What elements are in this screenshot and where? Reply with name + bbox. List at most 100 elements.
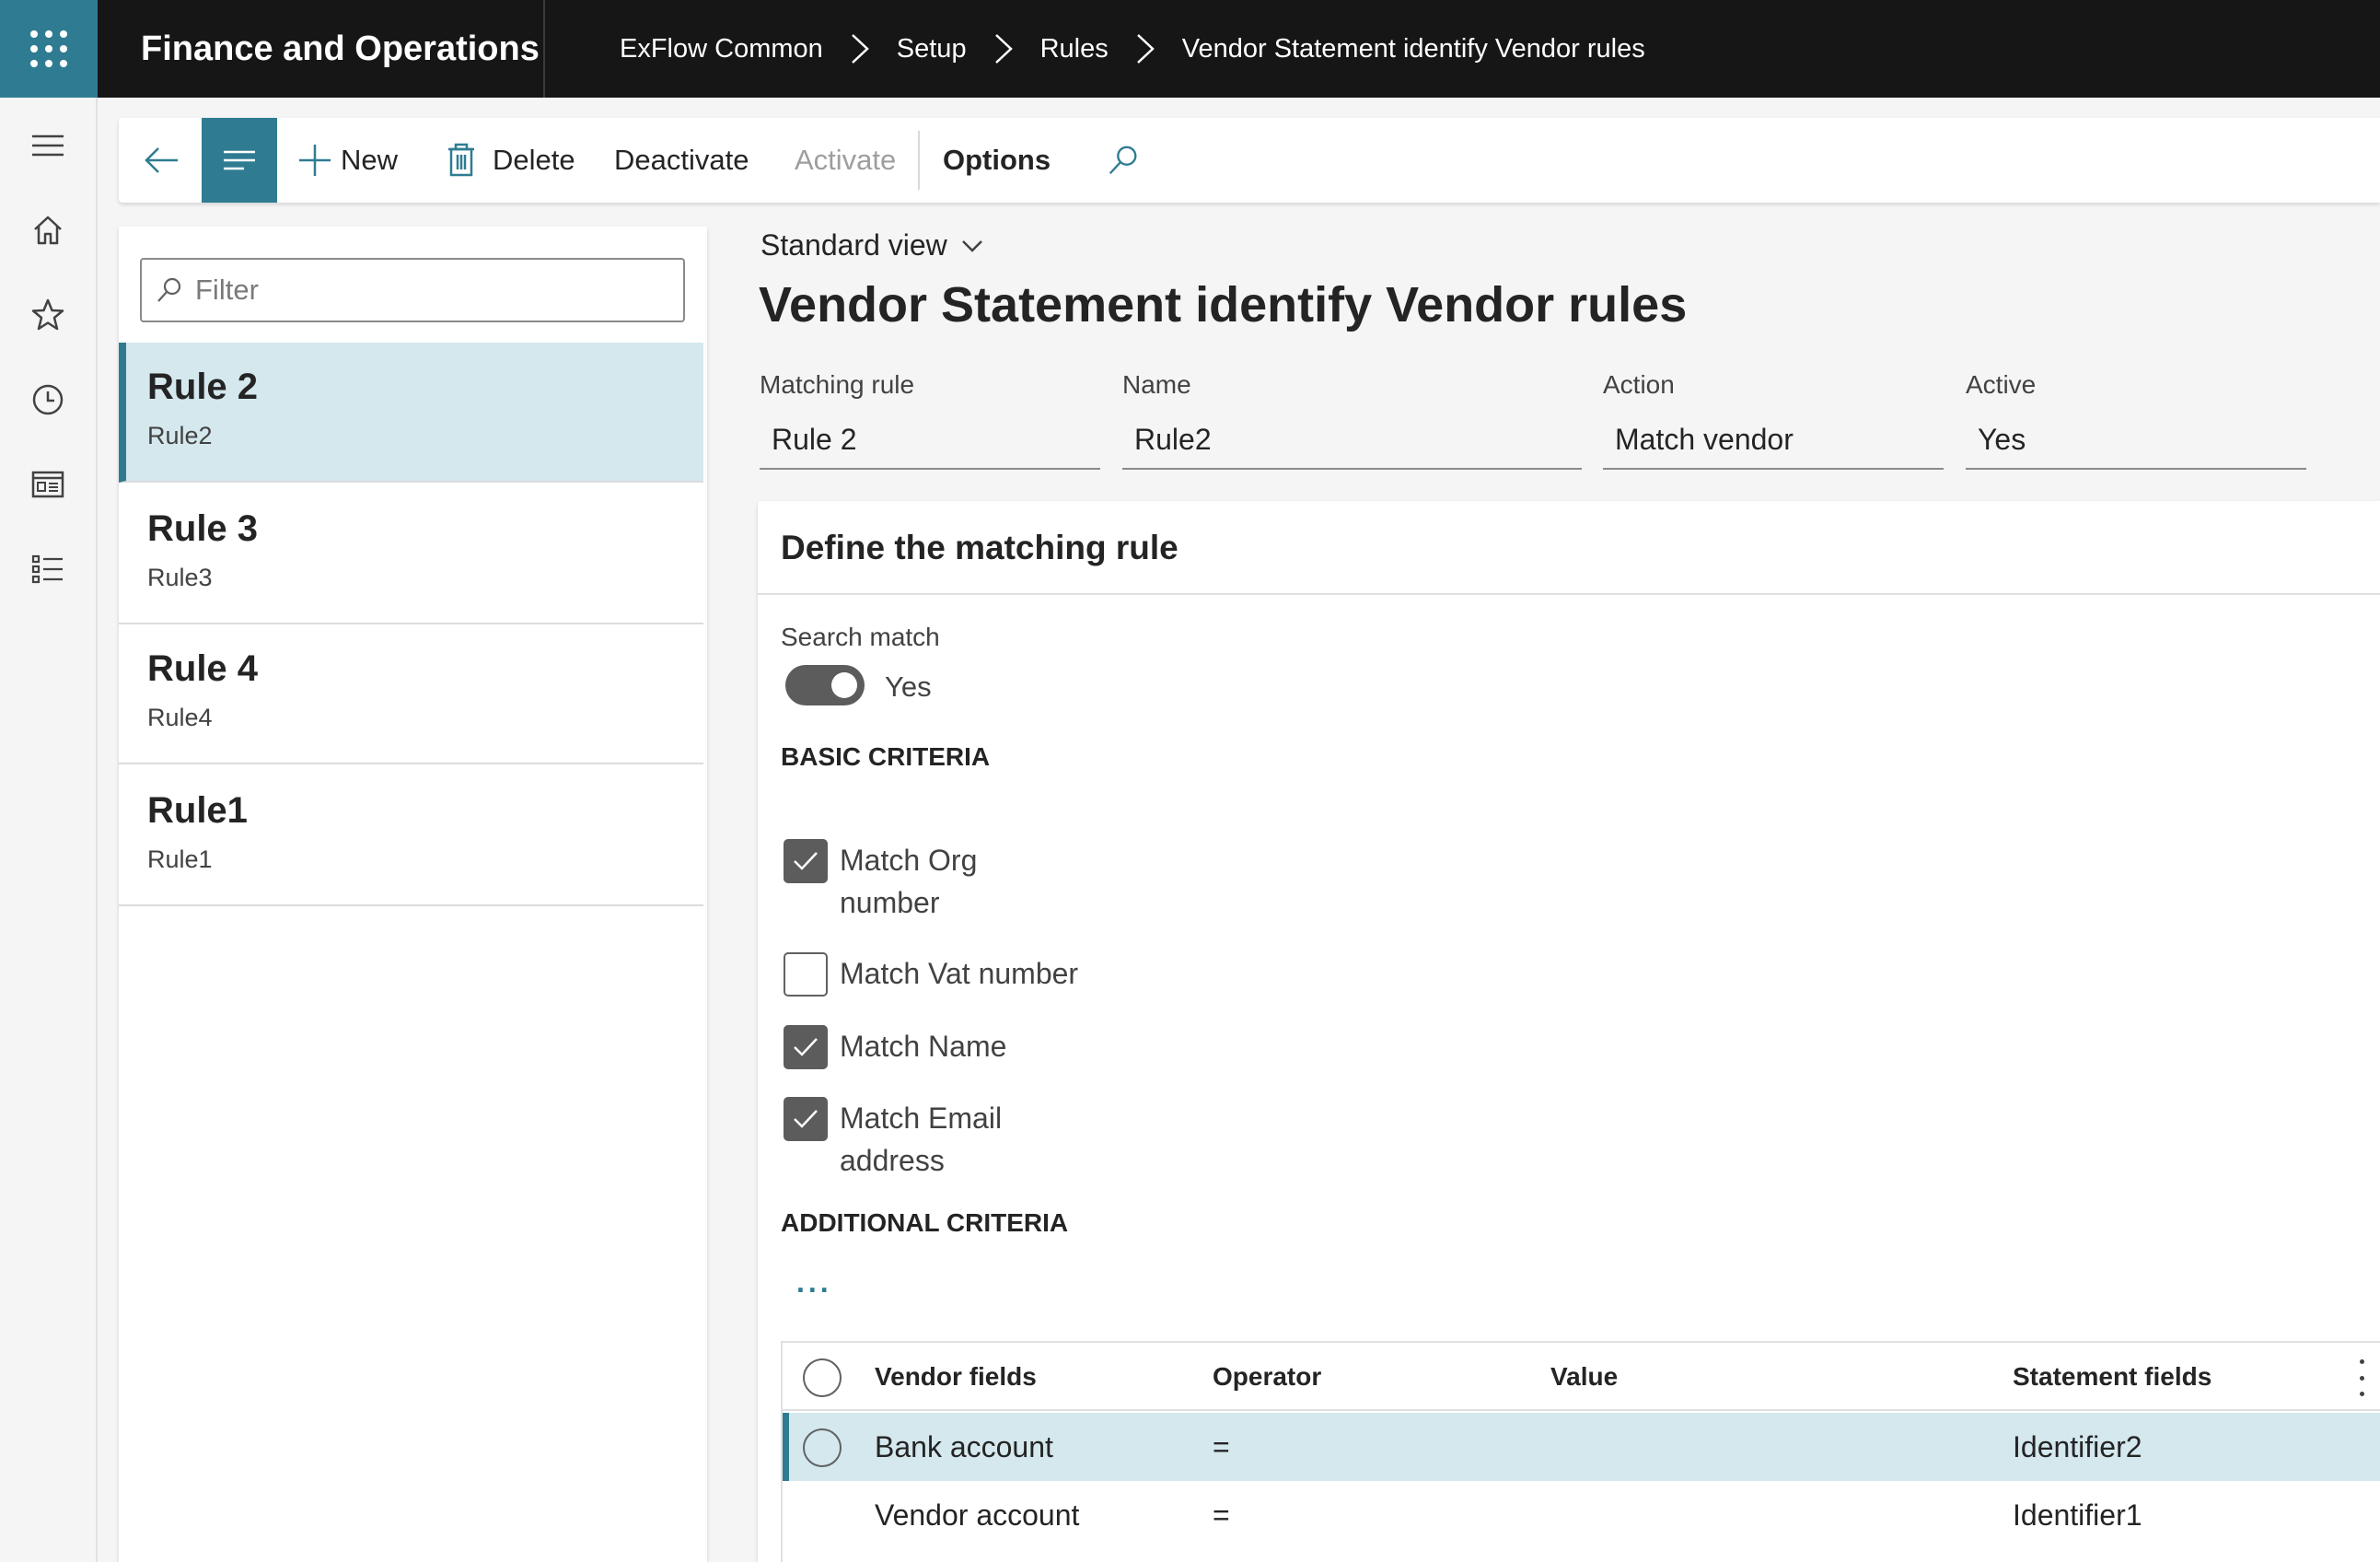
- checkmark-icon: [794, 1110, 818, 1128]
- chevron-right-icon: [823, 32, 897, 65]
- list-item-title: Rule 3: [147, 508, 259, 549]
- select-all-radio[interactable]: [803, 1358, 842, 1397]
- chevron-right-icon: [967, 32, 1040, 65]
- filter-box[interactable]: [140, 258, 685, 322]
- view-selector[interactable]: Standard view: [760, 228, 984, 262]
- column-header-operator[interactable]: Operator: [1213, 1343, 1321, 1411]
- name-label: Name: [1122, 370, 1191, 399]
- match-vat-number-label: Match Vat number: [840, 957, 1079, 990]
- column-header-value[interactable]: Value: [1550, 1343, 1618, 1411]
- list-item[interactable]: Rule 3 Rule3: [119, 484, 703, 624]
- list-item-subtitle: Rule4: [147, 704, 213, 731]
- star-icon[interactable]: [26, 293, 70, 337]
- match-name-checkbox[interactable]: [784, 1025, 828, 1069]
- search-match-label: Search match: [781, 623, 940, 651]
- search-icon: [1109, 146, 1137, 175]
- modules-list-icon[interactable]: [26, 547, 70, 591]
- list-item-subtitle: Rule1: [147, 845, 213, 873]
- match-name-label: Match Name: [840, 1030, 1007, 1063]
- navigation-rail: [0, 98, 98, 1562]
- matching-rule-label: Matching rule: [760, 370, 915, 399]
- list-item-title: Rule1: [147, 790, 248, 831]
- delete-button[interactable]: Delete: [443, 118, 575, 203]
- list-item[interactable]: Rule 2 Rule2: [119, 343, 703, 483]
- section-header[interactable]: Define the matching rule: [758, 501, 2380, 595]
- name-field[interactable]: Rule2: [1122, 411, 1582, 470]
- action-pane: New Delete Deactivate Activate Options: [119, 118, 2380, 203]
- list-item-title: Rule 4: [147, 648, 259, 689]
- action-label: Action: [1603, 370, 1675, 399]
- list-item[interactable]: Rule 4 Rule4: [119, 624, 703, 764]
- new-button-label: New: [341, 144, 399, 176]
- basic-criteria-heading: BASIC CRITERIA: [781, 742, 991, 771]
- arrow-left-icon: [145, 147, 178, 173]
- match-vat-number-checkbox[interactable]: [784, 952, 828, 997]
- options-tab[interactable]: Options: [943, 118, 1051, 203]
- list-item[interactable]: Rule1 Rule1: [119, 766, 703, 906]
- home-icon[interactable]: [26, 208, 70, 252]
- app-title[interactable]: Finance and Operations: [141, 0, 540, 98]
- table-row[interactable]: Bank account = Identifier2: [783, 1413, 2380, 1481]
- matching-rule-field[interactable]: Rule 2: [760, 411, 1100, 470]
- view-selector-label: Standard view: [760, 228, 947, 262]
- search-match-value: Yes: [885, 670, 932, 703]
- breadcrumb-item-rules[interactable]: Rules: [1040, 34, 1109, 64]
- back-button[interactable]: [143, 118, 181, 203]
- vendor-field-cell[interactable]: Bank account: [875, 1413, 1053, 1481]
- row-select-radio[interactable]: [803, 1428, 842, 1467]
- activate-button[interactable]: Activate: [795, 118, 896, 203]
- active-field[interactable]: Yes: [1966, 411, 2306, 470]
- deactivate-button[interactable]: Deactivate: [614, 118, 749, 203]
- delete-button-label: Delete: [493, 144, 575, 176]
- match-email-address-checkbox[interactable]: [784, 1097, 828, 1141]
- toolbar-divider: [918, 131, 920, 190]
- additional-criteria-heading: ADDITIONAL CRITERIA: [781, 1208, 1069, 1237]
- statement-field-cell[interactable]: Identifier1: [2013, 1481, 2142, 1549]
- vendor-field-cell[interactable]: Vendor account: [875, 1481, 1079, 1549]
- checkmark-icon: [794, 852, 818, 870]
- breadcrumb-item-exflow-common[interactable]: ExFlow Common: [620, 34, 823, 64]
- operator-cell[interactable]: =: [1213, 1413, 1230, 1481]
- search-match-toggle[interactable]: [785, 665, 865, 705]
- plus-icon: [299, 145, 331, 176]
- list-item-subtitle: Rule2: [147, 422, 213, 449]
- table-row[interactable]: Vendor account = Identifier1: [783, 1481, 2380, 1549]
- chevron-right-icon: [1109, 32, 1182, 65]
- chevron-down-icon: [961, 239, 982, 252]
- match-email-address-label: Match Email address: [840, 1102, 1003, 1177]
- page-title: Vendor Statement identify Vendor rules: [759, 277, 1688, 332]
- toggle-knob: [831, 672, 857, 698]
- waffle-icon: [30, 30, 67, 67]
- list-item-title: Rule 2: [147, 367, 259, 407]
- trash-icon: [448, 143, 474, 177]
- match-org-number-checkbox[interactable]: [784, 839, 828, 883]
- checkmark-icon: [794, 1038, 818, 1056]
- active-label: Active: [1966, 370, 2037, 399]
- workspace-icon[interactable]: [26, 462, 70, 507]
- divider: [543, 0, 545, 98]
- breadcrumb: ExFlow Common Setup Rules Vendor Stateme…: [620, 0, 1645, 98]
- clock-icon[interactable]: [26, 378, 70, 422]
- filter-input[interactable]: [195, 274, 656, 307]
- search-icon: [157, 277, 181, 302]
- section-title: Define the matching rule: [781, 529, 1178, 566]
- matching-rule-section: Define the matching rule Search match Ye…: [758, 501, 2380, 1562]
- search-button[interactable]: [1106, 118, 1141, 203]
- breadcrumb-item-current[interactable]: Vendor Statement identify Vendor rules: [1182, 34, 1645, 64]
- more-vertical-icon[interactable]: [2352, 1359, 2371, 1396]
- rules-list-panel: Rule 2 Rule2 Rule 3 Rule3 Rule 4 Rule4 R…: [119, 227, 707, 1562]
- hamburger-menu-icon[interactable]: [26, 123, 70, 168]
- column-header-vendor-fields[interactable]: Vendor fields: [875, 1343, 1037, 1411]
- app-launcher-button[interactable]: [0, 0, 98, 98]
- statement-field-cell[interactable]: Identifier2: [2013, 1413, 2142, 1481]
- list-icon: [224, 150, 255, 170]
- breadcrumb-item-setup[interactable]: Setup: [897, 34, 967, 64]
- additional-criteria-grid: Vendor fields Operator Value Statement f…: [781, 1341, 2380, 1562]
- column-header-statement-fields[interactable]: Statement fields: [2013, 1343, 2212, 1411]
- show-list-button[interactable]: [202, 118, 277, 203]
- more-options-button[interactable]: ...: [796, 1265, 832, 1300]
- new-button[interactable]: New: [296, 118, 398, 203]
- operator-cell[interactable]: =: [1213, 1481, 1230, 1549]
- match-org-number-label: Match Org number: [840, 844, 978, 919]
- action-field[interactable]: Match vendor: [1603, 411, 1944, 470]
